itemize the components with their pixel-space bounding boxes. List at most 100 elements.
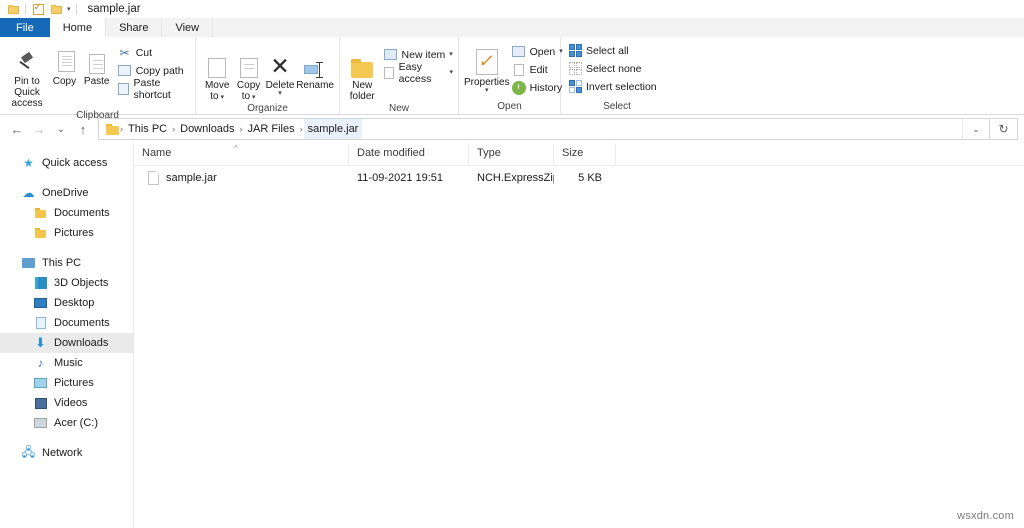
ribbon-group-clipboard: Pin to Quick access Copy Paste ✂ Cut Cop… bbox=[0, 37, 196, 121]
downloads-icon: ⬇ bbox=[35, 335, 46, 350]
select-group-title: Select bbox=[603, 101, 631, 112]
pin-to-quick-access-button[interactable]: Pin to Quick access bbox=[5, 41, 49, 109]
folder-icon bbox=[32, 208, 49, 218]
select-none-label: Select none bbox=[586, 62, 642, 75]
sidebar-item-documents[interactable]: Documents bbox=[0, 313, 133, 333]
new-item-caret-icon[interactable]: ▾ bbox=[449, 51, 453, 58]
open-group-title: Open bbox=[497, 101, 522, 112]
open-icon bbox=[512, 45, 526, 59]
sidebar-item-this-pc[interactable]: This PC bbox=[0, 253, 133, 273]
tabstrip-filler bbox=[213, 18, 1024, 37]
new-item-label: New item bbox=[401, 48, 446, 61]
invert-selection-label: Invert selection bbox=[586, 80, 657, 93]
delete-x-icon: ✕ bbox=[270, 53, 290, 79]
sidebar-label-music: Music bbox=[54, 357, 83, 369]
sidebar-label-this-pc: This PC bbox=[42, 257, 82, 269]
file-list-pane: Name Date modified Type Size ^ sample.ja… bbox=[133, 143, 1024, 528]
invert-selection-button[interactable]: Invert selection bbox=[568, 79, 657, 94]
properties-button[interactable]: ✓ Properties ▾ bbox=[464, 42, 510, 94]
sidebar-item-3d-objects[interactable]: 3D Objects bbox=[0, 273, 133, 293]
file-explorer-window: ▾ sample.jar File Home Share View Pin to… bbox=[0, 0, 1024, 528]
sidebar-item-desktop[interactable]: Desktop bbox=[0, 293, 133, 313]
sidebar-label-onedrive-documents: Documents bbox=[54, 207, 110, 219]
tab-share[interactable]: Share bbox=[106, 18, 163, 37]
table-row[interactable]: sample.jar 11-09-2021 19:51 NCH.ExpressZ… bbox=[134, 166, 1024, 190]
breadcrumb-item-downloads[interactable]: Downloads bbox=[176, 119, 238, 139]
refresh-button[interactable]: ↻ bbox=[990, 118, 1018, 140]
title-bar: ▾ sample.jar bbox=[0, 0, 1024, 18]
tab-file[interactable]: File bbox=[0, 18, 50, 37]
sidebar-item-acer-c[interactable]: Acer (C:) bbox=[0, 413, 133, 433]
cut-button[interactable]: ✂ Cut bbox=[118, 45, 190, 60]
open-button[interactable]: Open ▾ bbox=[512, 44, 563, 59]
rename-button[interactable]: Rename bbox=[296, 45, 334, 91]
qat-folder-icon[interactable] bbox=[4, 1, 22, 17]
qat-new-folder-icon[interactable] bbox=[47, 1, 65, 17]
easy-access-button[interactable]: Easy access ▾ bbox=[384, 61, 453, 85]
sidebar-item-network[interactable]: 🖧 Network bbox=[0, 443, 133, 463]
column-header-type[interactable]: Type bbox=[469, 143, 554, 165]
delete-button[interactable]: ✕ Delete ▾ bbox=[264, 45, 296, 97]
copy-path-icon bbox=[118, 64, 132, 78]
new-item-icon bbox=[384, 48, 398, 62]
column-header-size[interactable]: Size bbox=[554, 143, 616, 165]
easy-access-icon bbox=[384, 66, 395, 80]
sidebar-label-documents: Documents bbox=[54, 317, 110, 329]
file-name-cell[interactable]: sample.jar bbox=[134, 171, 349, 185]
clipboard-group-title: Clipboard bbox=[76, 110, 119, 121]
watermark: wsxdn.com bbox=[957, 510, 1014, 522]
sidebar-item-pictures[interactable]: Pictures bbox=[0, 373, 133, 393]
qat-divider-2 bbox=[75, 3, 77, 15]
paste-icon bbox=[88, 44, 105, 74]
pin-label-line2: access bbox=[11, 98, 43, 109]
tab-home[interactable]: Home bbox=[49, 18, 107, 37]
qat-properties-icon[interactable] bbox=[29, 1, 47, 17]
tab-view[interactable]: View bbox=[162, 18, 214, 37]
sidebar-item-music[interactable]: ♪ Music bbox=[0, 353, 133, 373]
generic-file-icon bbox=[148, 171, 159, 185]
history-icon bbox=[511, 80, 526, 95]
paste-shortcut-button[interactable]: Paste shortcut bbox=[118, 77, 190, 101]
select-none-button[interactable]: Select none bbox=[568, 61, 657, 76]
address-dropdown-icon[interactable]: ⌄ bbox=[962, 119, 989, 139]
ribbon-group-new: New folder New item ▾ Easy access ▾ New bbox=[340, 37, 459, 114]
address-input[interactable]: › This PC › Downloads › JAR Files › samp… bbox=[98, 118, 990, 140]
move-to-button[interactable]: Move to ▾ bbox=[201, 45, 233, 102]
column-header-date-modified[interactable]: Date modified bbox=[349, 143, 469, 165]
sidebar-label-quick-access: Quick access bbox=[42, 157, 108, 169]
ribbon-group-open: ✓ Properties ▾ Open ▾ Edit History Open bbox=[459, 37, 563, 114]
breadcrumb-item-this-pc[interactable]: This PC bbox=[124, 119, 171, 139]
file-type-cell: NCH.ExpressZip.jar bbox=[477, 172, 554, 184]
new-folder-label-line2: folder bbox=[349, 91, 375, 102]
sidebar-label-desktop: Desktop bbox=[54, 297, 95, 309]
sidebar-item-quick-access[interactable]: ★ Quick access bbox=[0, 153, 133, 173]
sidebar-item-downloads[interactable]: ⬇ Downloads bbox=[0, 333, 133, 353]
new-folder-icon bbox=[351, 48, 374, 78]
sidebar-item-onedrive[interactable]: ☁ OneDrive bbox=[0, 183, 133, 203]
select-all-label: Select all bbox=[586, 44, 629, 57]
new-folder-button[interactable]: New folder bbox=[345, 45, 380, 102]
column-header-name[interactable]: Name bbox=[134, 143, 349, 165]
rename-label: Rename bbox=[296, 80, 334, 91]
paste-button[interactable]: Paste bbox=[80, 41, 114, 87]
new-group-title: New bbox=[388, 103, 409, 114]
breadcrumb-item-jar-files[interactable]: JAR Files bbox=[244, 119, 299, 139]
easy-access-caret-icon[interactable]: ▾ bbox=[449, 69, 453, 76]
delete-caret-icon[interactable]: ▾ bbox=[278, 90, 282, 97]
history-button[interactable]: History bbox=[511, 80, 563, 95]
move-to-label-line2: to ▾ bbox=[210, 91, 225, 102]
select-all-button[interactable]: Select all bbox=[568, 43, 657, 58]
sidebar-item-onedrive-documents[interactable]: Documents bbox=[0, 203, 133, 223]
qat-customize-caret-icon[interactable]: ▾ bbox=[65, 5, 73, 13]
edit-button[interactable]: Edit bbox=[512, 62, 563, 77]
file-date-modified-cell: 11-09-2021 19:51 bbox=[357, 172, 444, 184]
sidebar-item-videos[interactable]: Videos bbox=[0, 393, 133, 413]
sidebar-item-onedrive-pictures[interactable]: Pictures bbox=[0, 223, 133, 243]
breadcrumb-item-sample-jar[interactable]: sample.jar bbox=[303, 119, 363, 139]
sidebar-label-3d-objects: 3D Objects bbox=[54, 277, 109, 289]
copy-to-button[interactable]: Copy to ▾ bbox=[233, 45, 264, 102]
sort-ascending-icon: ^ bbox=[234, 144, 238, 153]
properties-caret-icon[interactable]: ▾ bbox=[485, 87, 489, 94]
drive-icon bbox=[32, 418, 49, 428]
copy-button[interactable]: Copy bbox=[49, 41, 80, 87]
